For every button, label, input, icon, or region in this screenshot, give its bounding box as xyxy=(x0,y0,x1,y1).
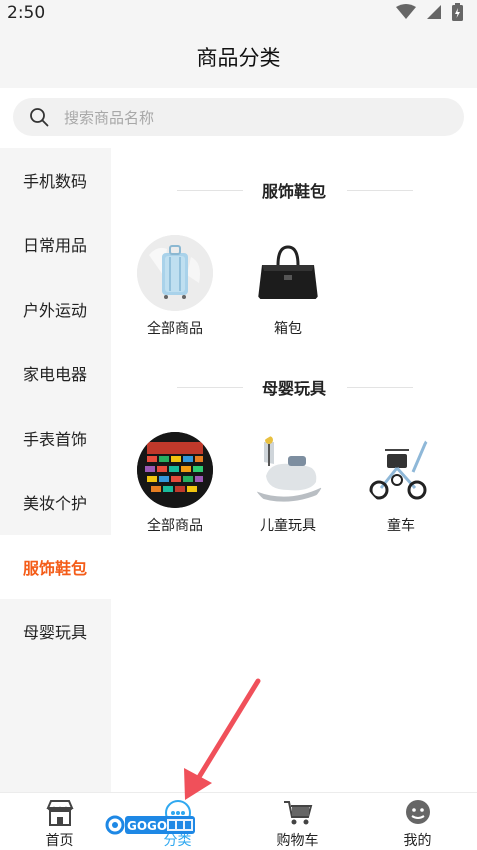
page-header: 商品分类 xyxy=(0,26,477,88)
product-category-label: 全部商品 xyxy=(147,321,203,337)
tab-label: 我的 xyxy=(403,833,432,849)
sidebar-item-appliances[interactable]: 家电电器 xyxy=(0,341,111,405)
sidebar-item-beauty[interactable]: 美妆个护 xyxy=(0,470,111,534)
sidebar-item-baby-toys[interactable]: 母婴玩具 xyxy=(0,599,111,663)
tricycle-image xyxy=(363,432,439,508)
search-placeholder: 搜索商品名称 xyxy=(64,109,155,127)
sidebar-item-daily[interactable]: 日常用品 xyxy=(0,212,111,276)
sidebar-item-outdoor[interactable]: 户外运动 xyxy=(0,277,111,341)
product-category-bags[interactable]: 箱包 xyxy=(233,235,343,345)
bottom-tab-bar: 首页 分类 购物车 我的 xyxy=(0,792,477,849)
status-icons xyxy=(396,3,463,21)
product-category-strollers[interactable]: 童车 xyxy=(346,432,456,542)
status-bar: 2:50 xyxy=(0,0,477,26)
cart-icon xyxy=(283,801,312,825)
tab-label: 购物车 xyxy=(276,833,319,849)
tab-home[interactable]: 首页 xyxy=(0,793,119,849)
product-category-label: 童车 xyxy=(387,518,415,534)
tab-label: 首页 xyxy=(45,833,74,849)
product-category-all-toys[interactable]: 全部商品 xyxy=(120,432,230,542)
section-header: 母婴玩具 xyxy=(111,375,477,399)
rocking-horse-image xyxy=(250,432,326,508)
sidebar-item-apparel[interactable]: 服饰鞋包 xyxy=(0,535,111,599)
page-title: 商品分类 xyxy=(196,46,281,70)
suitcase-image xyxy=(137,235,213,311)
product-category-kids-toys[interactable]: 儿童玩具 xyxy=(233,432,343,542)
section-header: 服饰鞋包 xyxy=(111,178,477,202)
product-category-label: 全部商品 xyxy=(147,518,203,534)
profile-icon xyxy=(405,800,430,824)
status-time: 2:50 xyxy=(7,3,46,23)
tab-profile[interactable]: 我的 xyxy=(358,793,477,849)
product-category-label: 儿童玩具 xyxy=(260,518,316,534)
search-bar-container: 搜索商品名称 xyxy=(0,88,477,148)
signal-icon xyxy=(427,5,441,19)
gogo-watermark-logo: GOGO xyxy=(105,815,195,835)
store-icon xyxy=(45,800,74,826)
category-sidebar: 手机数码 日常用品 户外运动 家电电器 手表首饰 美妆个护 服饰鞋包 母婴玩具 xyxy=(0,148,111,792)
toycars-image xyxy=(137,432,213,508)
sidebar-item-digital[interactable]: 手机数码 xyxy=(0,148,111,212)
section-title: 母婴玩具 xyxy=(261,379,326,398)
svg-text:GOGO: GOGO xyxy=(127,819,167,833)
category-content: 服饰鞋包 全部商品 箱包 母婴玩具 全部商品 儿童玩具 童车 xyxy=(111,148,477,792)
handbag-image xyxy=(250,235,326,311)
search-icon xyxy=(30,108,49,127)
wifi-icon xyxy=(396,4,416,19)
section-title: 服饰鞋包 xyxy=(261,182,326,201)
product-category-all-apparel[interactable]: 全部商品 xyxy=(120,235,230,345)
tab-cart[interactable]: 购物车 xyxy=(238,793,357,849)
product-category-label: 箱包 xyxy=(274,321,302,337)
sidebar-item-jewelry[interactable]: 手表首饰 xyxy=(0,406,111,470)
search-input[interactable]: 搜索商品名称 xyxy=(13,98,464,136)
battery-icon xyxy=(452,3,463,21)
